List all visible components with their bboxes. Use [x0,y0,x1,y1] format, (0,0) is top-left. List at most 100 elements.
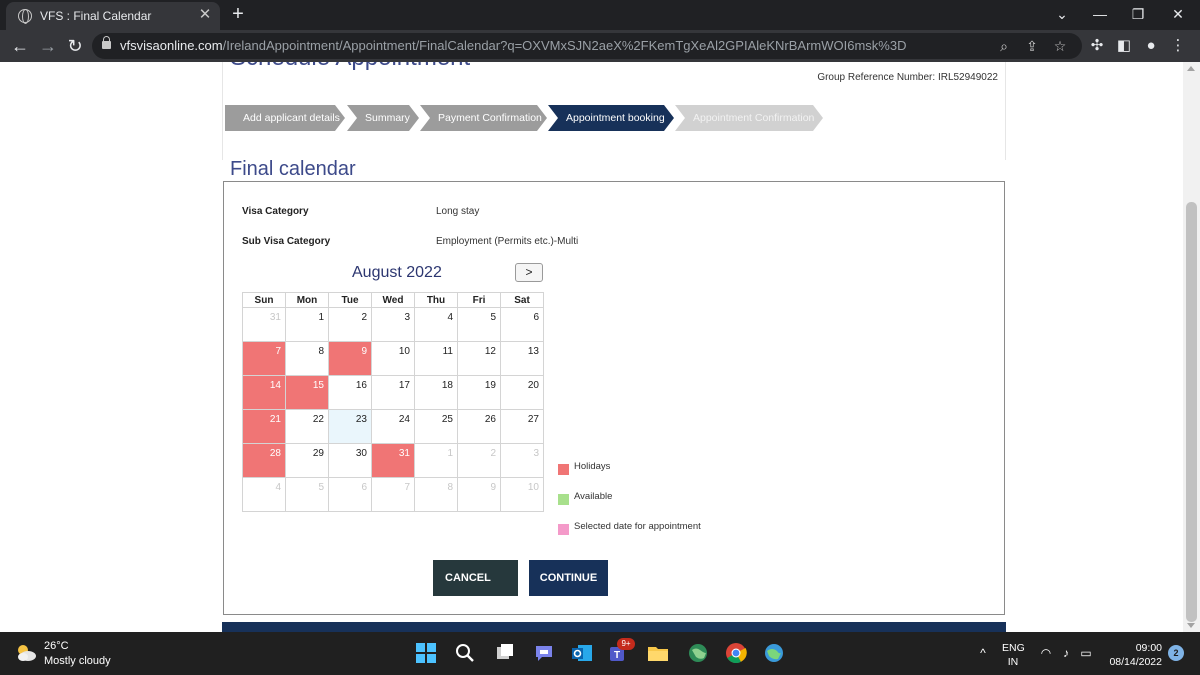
weekday-header: Wed [371,292,415,308]
tab-close-icon[interactable]: ✕ [196,6,214,24]
calendar-day-other-month: 9 [457,477,501,512]
calendar-day[interactable]: 5 [457,307,501,342]
step-appointment-booking: Appointment booking [548,105,674,131]
calendar-day[interactable]: 27 [500,409,544,444]
visa-category-value: Long stay [436,206,480,217]
volume-icon[interactable]: ♪ [1058,645,1074,661]
calendar-day[interactable]: 2 [328,307,372,342]
notification-center-badge[interactable]: 2 [1168,645,1184,661]
lock-icon [102,36,111,49]
task-view-icon[interactable] [493,641,517,665]
extensions-puzzle-icon[interactable]: ✣ [1086,35,1108,57]
chrome-icon[interactable] [724,641,748,665]
tab-title: VFS : Final Calendar [40,9,152,23]
profile-icon[interactable]: ● [1140,35,1162,57]
file-explorer-icon[interactable] [646,641,670,665]
browser-tab[interactable]: VFS : Final Calendar ✕ [6,2,220,30]
calendar-day[interactable]: 25 [414,409,458,444]
calendar-week-row: 14 15 16 17 18 19 20 [242,375,544,410]
calendar-week-row: 31 1 2 3 4 5 6 [242,307,544,342]
address-bar[interactable]: vfsvisaonline.com/IrelandAppointment/App… [92,33,1082,59]
forward-arrow-icon[interactable]: → [36,34,60,58]
scrollbar-thumb[interactable] [1186,202,1197,622]
calendar-day[interactable]: 26 [457,409,501,444]
show-hidden-icons-chevron-icon[interactable]: ^ [975,645,991,661]
holidays-legend-label: Holidays [574,461,611,472]
wifi-icon[interactable]: ◠ [1038,645,1054,661]
bookmark-star-icon[interactable]: ☆ [1050,36,1070,56]
calendar-day[interactable]: 16 [328,375,372,410]
calendar-day[interactable]: 30 [328,443,372,478]
zoom-icon[interactable]: ⌕ [994,36,1014,56]
new-tab-button[interactable]: + [228,3,248,25]
language-indicator-top[interactable]: ENG [1002,642,1025,654]
windows-taskbar: 26°C Mostly cloudy T 9+ ^ ENG IN ◠ ♪ ▭ 0… [0,632,1200,675]
weekday-header: Mon [285,292,329,308]
language-indicator-bottom[interactable]: IN [1002,656,1024,668]
calendar-day[interactable]: 6 [500,307,544,342]
outlook-icon[interactable] [570,641,594,665]
visa-category-label: Visa Category [242,206,309,217]
calendar-day[interactable]: 11 [414,341,458,376]
menu-kebab-icon[interactable]: ⋮ [1167,35,1189,57]
calendar-day[interactable]: 17 [371,375,415,410]
cancel-button[interactable]: CANCEL [433,560,518,596]
calendar-day[interactable]: 4 [414,307,458,342]
side-panel-icon[interactable]: ◧ [1113,35,1135,57]
network-globe-icon[interactable] [762,641,786,665]
calendar-day[interactable]: 1 [285,307,329,342]
teams-notification-badge: 9+ [617,638,635,650]
calendar-day[interactable]: 23 [328,409,372,444]
continue-button[interactable]: CONTINUE [529,560,608,596]
calendar-day-holiday: 7 [242,341,286,376]
weekday-header: Fri [457,292,501,308]
calendar-day[interactable]: 20 [500,375,544,410]
calendar-day[interactable]: 29 [285,443,329,478]
calendar-day-holiday: 9 [328,341,372,376]
windows-start-icon[interactable] [414,641,438,665]
battery-icon[interactable]: ▭ [1078,645,1094,661]
calendar-day[interactable]: 12 [457,341,501,376]
section-title: Final calendar [230,158,356,180]
calendar-body: 31 1 2 3 4 5 6 7 8 9 10 11 12 13 14 15 16 17 18 19 20 21 22 23 2… [242,307,544,512]
calendar-day[interactable]: 3 [371,307,415,342]
close-window-button[interactable]: ✕ [1166,4,1190,24]
clock-time[interactable]: 09:00 [1106,642,1162,654]
calendar-month-title: August 2022 [352,264,442,281]
available-legend-label: Available [574,491,613,502]
calendar-day[interactable]: 24 [371,409,415,444]
calendar-day-other-month: 31 [242,307,286,342]
calendar-day[interactable]: 18 [414,375,458,410]
calendar-day[interactable]: 8 [285,341,329,376]
calendar-day-other-month: 4 [242,477,286,512]
scroll-down-arrow-icon[interactable] [1187,623,1195,628]
calendar-day-other-month: 1 [414,443,458,478]
back-arrow-icon[interactable]: ← [8,34,32,58]
teams-chat-icon[interactable] [532,641,556,665]
scroll-up-arrow-icon[interactable] [1187,66,1195,71]
calendar-panel: Visa Category Long stay Sub Visa Categor… [223,181,1005,615]
calendar-day-other-month: 10 [500,477,544,512]
restore-button[interactable]: ❐ [1126,4,1150,24]
calendar-day-other-month: 5 [285,477,329,512]
search-icon[interactable] [453,641,477,665]
calendar-day[interactable]: 10 [371,341,415,376]
minimize-button[interactable]: — [1088,4,1112,24]
selected-date-legend-label: Selected date for appointment [574,521,701,532]
share-icon[interactable]: ⇪ [1022,36,1042,56]
clock-date[interactable]: 08/14/2022 [1100,656,1162,668]
globe-app-icon[interactable] [686,641,710,665]
step-add-applicant-details: Add applicant details [225,105,345,131]
calendar-day[interactable]: 19 [457,375,501,410]
next-month-button[interactable]: > [515,263,543,282]
calendar-day-holiday: 31 [371,443,415,478]
calendar-grid: Sun Mon Tue Wed Thu Fri Sat 31 1 2 3 4 5 6 7 8 9 1… [242,292,544,512]
cloudy-weather-icon[interactable] [14,641,38,665]
calendar-day[interactable]: 13 [500,341,544,376]
reload-icon[interactable]: ↻ [63,34,87,58]
tab-search-icon[interactable]: ⌄ [1050,4,1074,24]
calendar-week-row: 28 29 30 31 1 2 3 [242,443,544,478]
calendar-day[interactable]: 22 [285,409,329,444]
page-scrollbar[interactable] [1183,62,1200,632]
page-heading: Schedule Appointment [230,62,470,72]
